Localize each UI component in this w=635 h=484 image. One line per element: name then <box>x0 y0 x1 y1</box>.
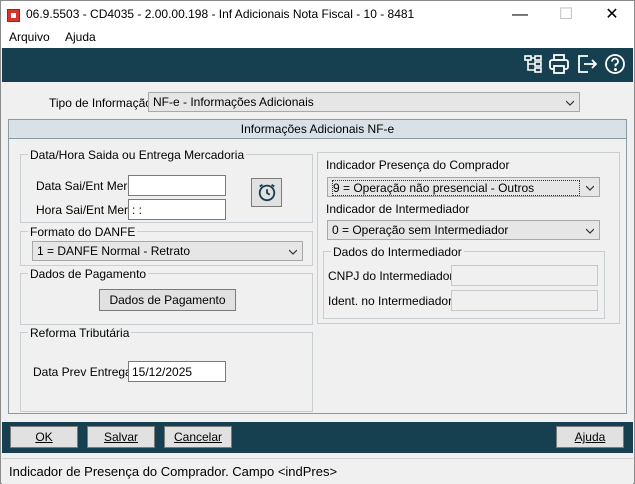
pagamento-group: Dados de Pagamento Dados de Pagamento <box>20 267 313 325</box>
dados-intermediador-group: Dados do Intermediador CNPJ do Intermedi… <box>323 245 605 319</box>
chevron-down-icon <box>586 228 594 234</box>
dados-pagamento-button[interactable]: Dados de Pagamento <box>99 289 236 311</box>
menu-ajuda[interactable]: Ajuda <box>65 30 96 44</box>
hora-input[interactable]: : : <box>128 199 226 220</box>
danfe-group: Formato do DANFE 1 = DANFE Normal - Retr… <box>20 225 313 266</box>
danfe-select[interactable]: 1 = DANFE Normal - Retrato <box>32 241 303 261</box>
salvar-button[interactable]: Salvar <box>87 426 155 448</box>
cnpj-label: CNPJ do Intermediador: <box>328 269 457 283</box>
tipo-label: Tipo de Informação: <box>49 96 156 110</box>
panel-title: Informações Adicionais NF-e <box>9 120 626 139</box>
ajuda-button[interactable]: Ajuda <box>556 426 624 448</box>
intermediador-select-value: 0 = Operação sem Intermediador <box>332 223 509 237</box>
clock-icon <box>258 183 275 202</box>
maximize-button: ☐ <box>558 6 574 23</box>
ident-input[interactable] <box>451 290 598 311</box>
danfe-title: Formato do DANFE <box>28 225 138 239</box>
exit-icon[interactable] <box>576 53 598 75</box>
clock-button[interactable] <box>251 178 282 207</box>
minimize-button[interactable]: — <box>497 1 543 29</box>
ident-label: Ident. no Intermediador: <box>328 294 456 308</box>
chevron-down-icon <box>586 185 594 191</box>
data-label: Data Sai/Ent Merc: <box>36 179 137 193</box>
intermediador-select[interactable]: 0 = Operação sem Intermediador <box>327 220 600 240</box>
data-prev-input[interactable]: 15/12/2025 <box>128 361 226 382</box>
datahora-title: Data/Hora Saida ou Entrega Mercadoria <box>28 148 247 162</box>
hora-label: Hora Sai/Ent Merc: <box>36 203 138 217</box>
menu-bar: Arquivo Ajuda <box>1 29 634 48</box>
tree-structure-icon[interactable] <box>522 53 544 75</box>
toolbar <box>2 48 633 82</box>
chevron-down-icon <box>566 100 574 106</box>
window-title: 06.9.5503 - CD4035 - 2.00.00.198 - Inf A… <box>26 7 415 21</box>
bottom-bar: OK Salvar Cancelar Ajuda <box>2 422 633 453</box>
dados-intermediador-title: Dados do Intermediador <box>331 245 464 259</box>
cancelar-label: Cancelar <box>173 430 223 444</box>
ajuda-label: Ajuda <box>574 430 606 444</box>
data-prev-label: Data Prev Entrega: <box>33 365 136 379</box>
presenca-select-value: 9 = Operação não presencial - Outros <box>332 180 580 196</box>
menu-arquivo[interactable]: Arquivo <box>9 30 50 44</box>
reforma-group: Reforma Tributária Data Prev Entrega: 15… <box>20 326 313 412</box>
close-button[interactable]: ✕ <box>589 1 635 29</box>
ok-label: OK <box>35 430 53 444</box>
reforma-title: Reforma Tributária <box>28 326 132 340</box>
printer-icon[interactable] <box>548 53 570 75</box>
presenca-select[interactable]: 9 = Operação não presencial - Outros <box>327 177 600 197</box>
main-window: 06.9.5503 - CD4035 - 2.00.00.198 - Inf A… <box>0 0 635 484</box>
chevron-down-icon <box>289 249 297 255</box>
datahora-group: Data/Hora Saida ou Entrega Mercadoria Da… <box>20 148 313 223</box>
right-group: Indicador Presença do Comprador 9 = Oper… <box>317 152 620 324</box>
status-bar: Indicador de Presença do Comprador. Camp… <box>2 458 633 484</box>
help-icon[interactable] <box>604 53 626 75</box>
pagamento-title: Dados de Pagamento <box>28 267 149 281</box>
title-bar: 06.9.5503 - CD4035 - 2.00.00.198 - Inf A… <box>1 1 634 29</box>
danfe-select-value: 1 = DANFE Normal - Retrato <box>37 244 191 258</box>
tipo-select[interactable]: NF-e - Informações Adicionais <box>148 92 580 112</box>
info-panel: Informações Adicionais NF-e Data/Hora Sa… <box>8 119 627 414</box>
cancelar-button[interactable]: Cancelar <box>164 426 232 448</box>
cnpj-input[interactable] <box>451 265 598 286</box>
ok-button[interactable]: OK <box>10 426 78 448</box>
app-icon <box>7 9 20 22</box>
data-input[interactable] <box>128 175 226 196</box>
intermediador-title: Indicador de Intermediador <box>326 202 470 216</box>
tipo-select-value: NF-e - Informações Adicionais <box>153 95 314 109</box>
salvar-label: Salvar <box>103 430 138 444</box>
presenca-title: Indicador Presença do Comprador <box>326 158 510 172</box>
